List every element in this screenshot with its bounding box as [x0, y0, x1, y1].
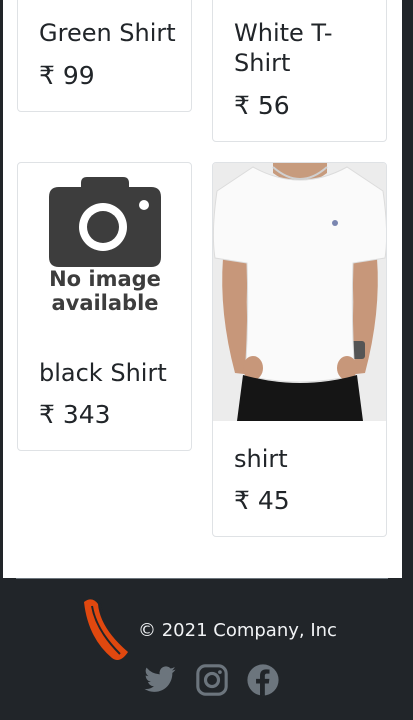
product-title-line: White T-: [234, 19, 333, 47]
camera-icon: [49, 177, 161, 267]
product-price: ₹ 56: [234, 91, 290, 120]
no-image-placeholder: No image available: [47, 177, 163, 317]
product-price: ₹ 45: [234, 486, 290, 515]
page: Green Shirt ₹ 99 White T- Shirt ₹ 56 No …: [0, 0, 413, 720]
product-card[interactable]: White T- Shirt ₹ 56: [212, 0, 387, 142]
product-title[interactable]: Green Shirt: [39, 18, 176, 48]
product-title[interactable]: black Shirt: [39, 358, 167, 388]
product-grid: Green Shirt ₹ 99 White T- Shirt ₹ 56 No …: [3, 0, 402, 578]
instagram-icon[interactable]: [195, 663, 229, 697]
copyright-text: © 2021 Company, Inc: [138, 620, 337, 641]
product-price: ₹ 343: [39, 400, 111, 429]
no-image-line: No image: [49, 267, 161, 291]
facebook-icon[interactable]: [246, 663, 280, 697]
company-logo[interactable]: [82, 598, 132, 664]
footer: © 2021 Company, Inc: [0, 578, 413, 720]
twitter-icon[interactable]: [143, 663, 177, 697]
product-image[interactable]: [213, 163, 387, 421]
footer-divider: [16, 578, 388, 579]
product-price: ₹ 99: [39, 61, 95, 90]
product-title[interactable]: shirt: [234, 444, 288, 474]
product-card[interactable]: shirt ₹ 45: [212, 162, 387, 537]
product-title-line: Shirt: [234, 49, 291, 77]
no-image-text: No image available: [47, 267, 163, 315]
no-image-line: available: [51, 291, 159, 315]
product-title[interactable]: White T- Shirt: [234, 18, 333, 78]
product-card[interactable]: No image available black Shirt ₹ 343: [17, 162, 192, 451]
product-card[interactable]: Green Shirt ₹ 99: [17, 0, 192, 112]
